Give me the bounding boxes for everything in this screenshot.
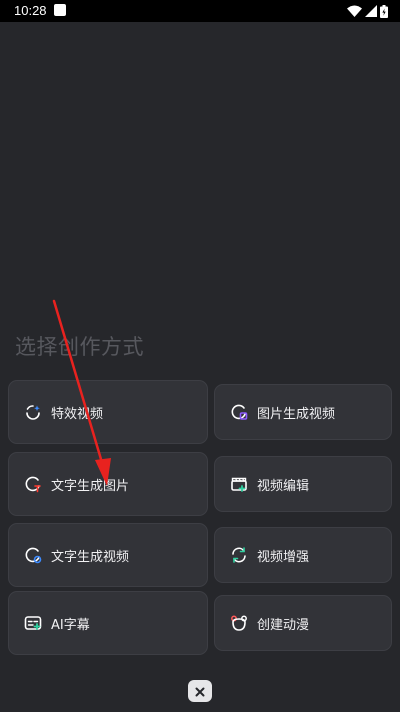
option-label: 创建动漫 <box>257 617 310 633</box>
close-button[interactable] <box>188 680 212 702</box>
status-bar: 10:28 <box>0 0 400 22</box>
signal-icon <box>365 5 377 17</box>
section-title: 选择创作方式 <box>15 335 144 359</box>
option-video-enhance[interactable]: 视频增强 <box>214 527 392 583</box>
option-label: 图片生成视频 <box>257 406 336 422</box>
text-to-image-icon <box>23 474 43 494</box>
option-create-anime[interactable]: 创建动漫 <box>214 595 392 651</box>
clapperboard-icon <box>229 474 249 494</box>
close-icon <box>195 682 205 701</box>
anime-bear-icon <box>229 613 249 633</box>
option-label: 文字生成视频 <box>51 549 130 565</box>
option-effects-video[interactable]: 特效视频 <box>8 380 208 444</box>
option-label: 视频增强 <box>257 549 310 565</box>
option-ai-subtitle[interactable]: AI字幕 <box>8 591 208 655</box>
status-time: 10:28 <box>14 3 47 18</box>
option-video-edit[interactable]: 视频编辑 <box>214 456 392 512</box>
sparkle-refresh-icon <box>23 402 43 422</box>
wifi-icon <box>347 5 362 17</box>
option-label: 特效视频 <box>51 406 104 422</box>
option-text-to-image[interactable]: 文字生成图片 <box>8 452 208 516</box>
option-text-to-video[interactable]: 文字生成视频 <box>8 523 208 587</box>
image-to-video-icon <box>229 402 249 422</box>
option-label: AI字幕 <box>51 617 90 633</box>
option-label: 文字生成图片 <box>51 478 130 494</box>
enhance-icon <box>229 545 249 565</box>
preview-area <box>0 22 400 322</box>
text-to-video-icon <box>23 545 43 565</box>
option-label: 视频编辑 <box>257 478 310 494</box>
status-icons <box>347 4 388 18</box>
subtitle-icon <box>23 613 43 633</box>
option-image-to-video[interactable]: 图片生成视频 <box>214 384 392 440</box>
screen: 10:28 选择创作方式 特效视频 图片生成视频 文字生成图片 视频编辑 文字生… <box>0 0 400 712</box>
notification-icon <box>54 4 66 16</box>
battery-icon <box>380 4 388 18</box>
